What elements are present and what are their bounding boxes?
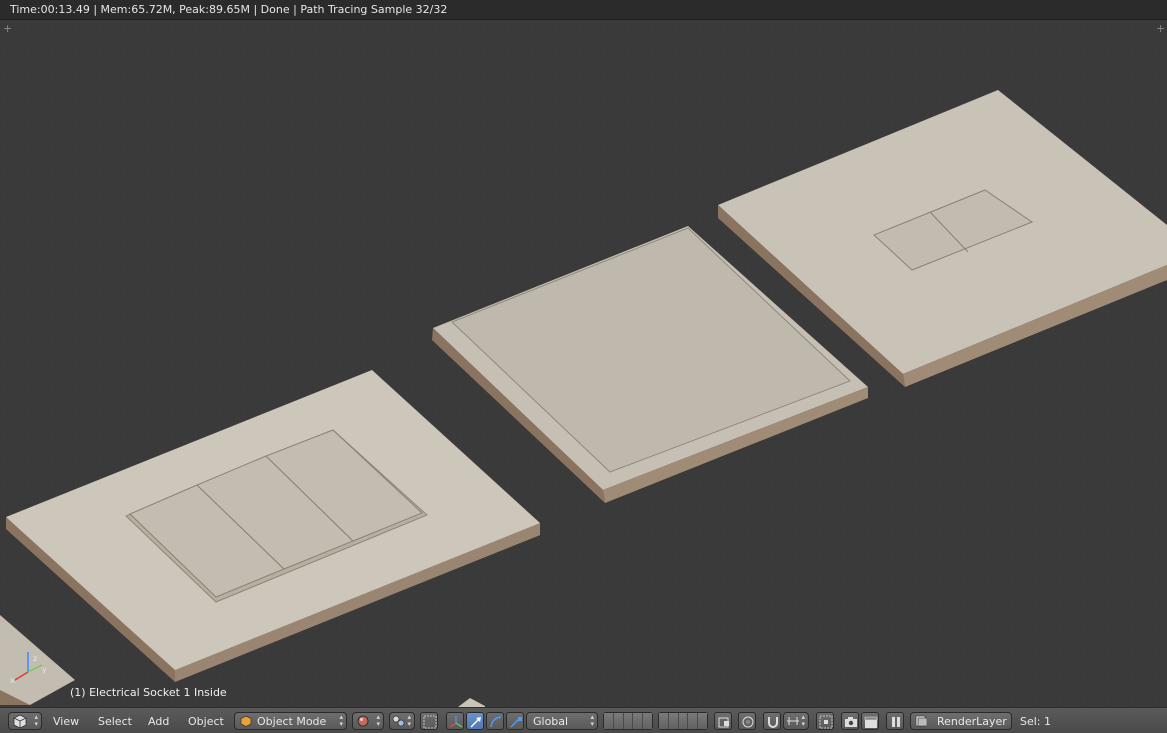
viewport-shading-selector[interactable]: ▴ ▾	[352, 712, 384, 730]
menu-select[interactable]: Select	[98, 715, 132, 728]
proportional-editing-button[interactable]	[738, 712, 756, 730]
viewport-render: z x y	[0, 20, 1167, 707]
snap-toggle-button[interactable]	[763, 712, 781, 730]
dropdown-arrows-icon: ▴ ▾	[34, 713, 38, 728]
svg-text:z: z	[33, 654, 37, 663]
lock-layers-button[interactable]	[714, 712, 732, 730]
grid-dots-icon	[423, 715, 437, 729]
render-layer-label: RenderLayer	[937, 715, 1007, 728]
selection-count: Sel: 1	[1020, 715, 1052, 728]
object-cube-icon	[240, 715, 252, 727]
layer-lock-icon	[718, 717, 729, 728]
snap-element-selector[interactable]: ▴ ▾	[783, 712, 809, 730]
scene-layers-group-2[interactable]	[658, 712, 708, 730]
menu-view[interactable]: View	[53, 715, 79, 728]
corner-plus-icon[interactable]: +	[1156, 23, 1165, 34]
rotate-icon	[490, 716, 502, 728]
axis-icon	[449, 716, 463, 728]
opengl-anim-button[interactable]	[861, 712, 879, 730]
menu-object[interactable]: Object	[188, 715, 224, 728]
mode-selector[interactable]: Object Mode ▴ ▾	[234, 712, 347, 730]
svg-text:x: x	[10, 676, 15, 685]
snap-target-icon	[819, 715, 833, 729]
opengl-render-button[interactable]	[841, 712, 859, 730]
render-layer-selector[interactable]: RenderLayer	[910, 712, 1012, 730]
mode-label: Object Mode	[257, 715, 327, 728]
scale-icon	[510, 717, 522, 728]
render-status-text: Time:00:13.49 | Mem:65.72M, Peak:89.65M …	[10, 3, 448, 16]
dropdown-arrows-icon: ▴ ▾	[339, 713, 343, 728]
pause-button[interactable]	[886, 712, 904, 730]
dropdown-arrows-icon: ▴ ▾	[376, 713, 380, 728]
cube-icon	[13, 714, 27, 728]
magnet-icon	[768, 717, 778, 728]
snap-increment-icon	[787, 717, 799, 725]
render-status-bar: Time:00:13.49 | Mem:65.72M, Peak:89.65M …	[0, 0, 1167, 20]
3d-viewport[interactable]: z x y	[0, 20, 1167, 707]
transform-orientation-selector[interactable]: Global ▴ ▾	[526, 712, 598, 730]
pivot-point-selector[interactable]: ▴ ▾	[389, 712, 415, 730]
sphere-icon	[357, 715, 369, 727]
active-object-label: (1) Electrical Socket 1 Inside	[70, 686, 227, 699]
corner-plus-icon[interactable]: +	[3, 23, 12, 34]
scale-manipulator[interactable]	[506, 712, 524, 730]
clapper-icon	[864, 716, 878, 728]
pivot-icon	[392, 715, 405, 727]
dropdown-arrows-icon: ▴ ▾	[801, 713, 805, 728]
arrow-icon	[470, 717, 481, 728]
layer-toggle-button[interactable]	[420, 712, 438, 730]
3d-view-header: ▴ ▾ View Select Add Object Object Mode ▴ ▾…	[0, 707, 1167, 733]
svg-text:y: y	[42, 665, 47, 674]
manipulator-toggle[interactable]	[446, 712, 464, 730]
orientation-label: Global	[533, 715, 569, 728]
camera-icon	[845, 717, 857, 727]
scene-layers-group-1[interactable]	[603, 712, 653, 730]
dropdown-arrows-icon: ▴ ▾	[590, 713, 594, 728]
dropdown-arrows-icon: ▴ ▾	[407, 713, 411, 728]
snap-target-button[interactable]	[816, 712, 834, 730]
menu-add[interactable]: Add	[148, 715, 169, 728]
pause-icon	[892, 717, 900, 727]
render-layer-icon	[915, 715, 927, 727]
circle-icon	[742, 716, 754, 728]
rotate-manipulator[interactable]	[486, 712, 504, 730]
translate-manipulator[interactable]	[466, 712, 484, 730]
editor-type-button[interactable]: ▴ ▾	[8, 712, 42, 730]
